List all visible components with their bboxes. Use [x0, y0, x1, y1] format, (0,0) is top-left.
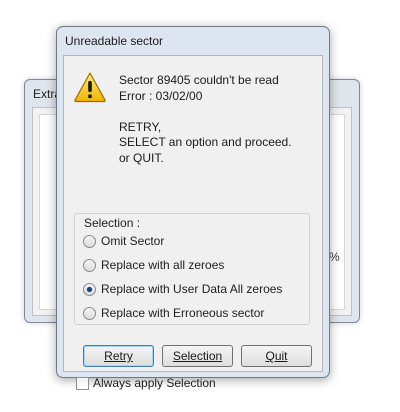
unreadable-sector-dialog: Unreadable sector Sector 89405 couldn't … — [56, 26, 330, 390]
quit-button[interactable]: Quit — [241, 345, 312, 367]
radio-label: Omit Sector — [101, 234, 165, 248]
radio-button-selected[interactable] — [83, 282, 96, 296]
message-line: RETRY, — [119, 119, 162, 134]
message-line: Error : 03/02/00 — [119, 88, 203, 103]
radio-label: Replace with all zeroes — [101, 258, 225, 272]
dialog-title: Unreadable sector — [65, 34, 164, 48]
radio-replace-user-data-all-zeroes[interactable]: Replace with User Data All zeroes — [83, 282, 282, 296]
selection-button-label: Selection — [172, 349, 223, 363]
radio-omit-sector[interactable]: Omit Sector — [83, 234, 164, 248]
always-apply-checkbox[interactable] — [76, 376, 89, 390]
radio-button[interactable] — [83, 306, 96, 320]
retry-button-label: Retry — [104, 349, 133, 363]
message-line: or QUIT. — [119, 150, 164, 165]
quit-button-label: Quit — [265, 349, 288, 363]
selection-group-label: Selection : — [82, 216, 143, 230]
selection-button[interactable]: Selection — [162, 345, 233, 367]
radio-button[interactable] — [83, 258, 96, 272]
radio-label: Replace with Erroneous sector — [101, 306, 265, 320]
radio-replace-all-zeroes[interactable]: Replace with all zeroes — [83, 258, 224, 272]
always-apply-label: Always apply Selection — [93, 376, 216, 390]
radio-replace-erroneous-sector[interactable]: Replace with Erroneous sector — [83, 306, 264, 320]
warning-icon — [74, 72, 106, 103]
message-line: Sector 89405 couldn't be read — [119, 73, 279, 87]
dialog-message: Sector 89405 couldn't be read Error : 03… — [119, 73, 292, 166]
dialog-body: Sector 89405 couldn't be read Error : 03… — [63, 55, 323, 390]
message-line: SELECT an option and proceed. — [119, 135, 292, 149]
retry-button[interactable]: Retry — [83, 345, 154, 367]
background-percent-label: % — [329, 250, 340, 264]
radio-button[interactable] — [83, 234, 96, 248]
radio-label: Replace with User Data All zeroes — [101, 282, 283, 296]
always-apply-checkbox-row[interactable]: Always apply Selection — [76, 376, 216, 390]
